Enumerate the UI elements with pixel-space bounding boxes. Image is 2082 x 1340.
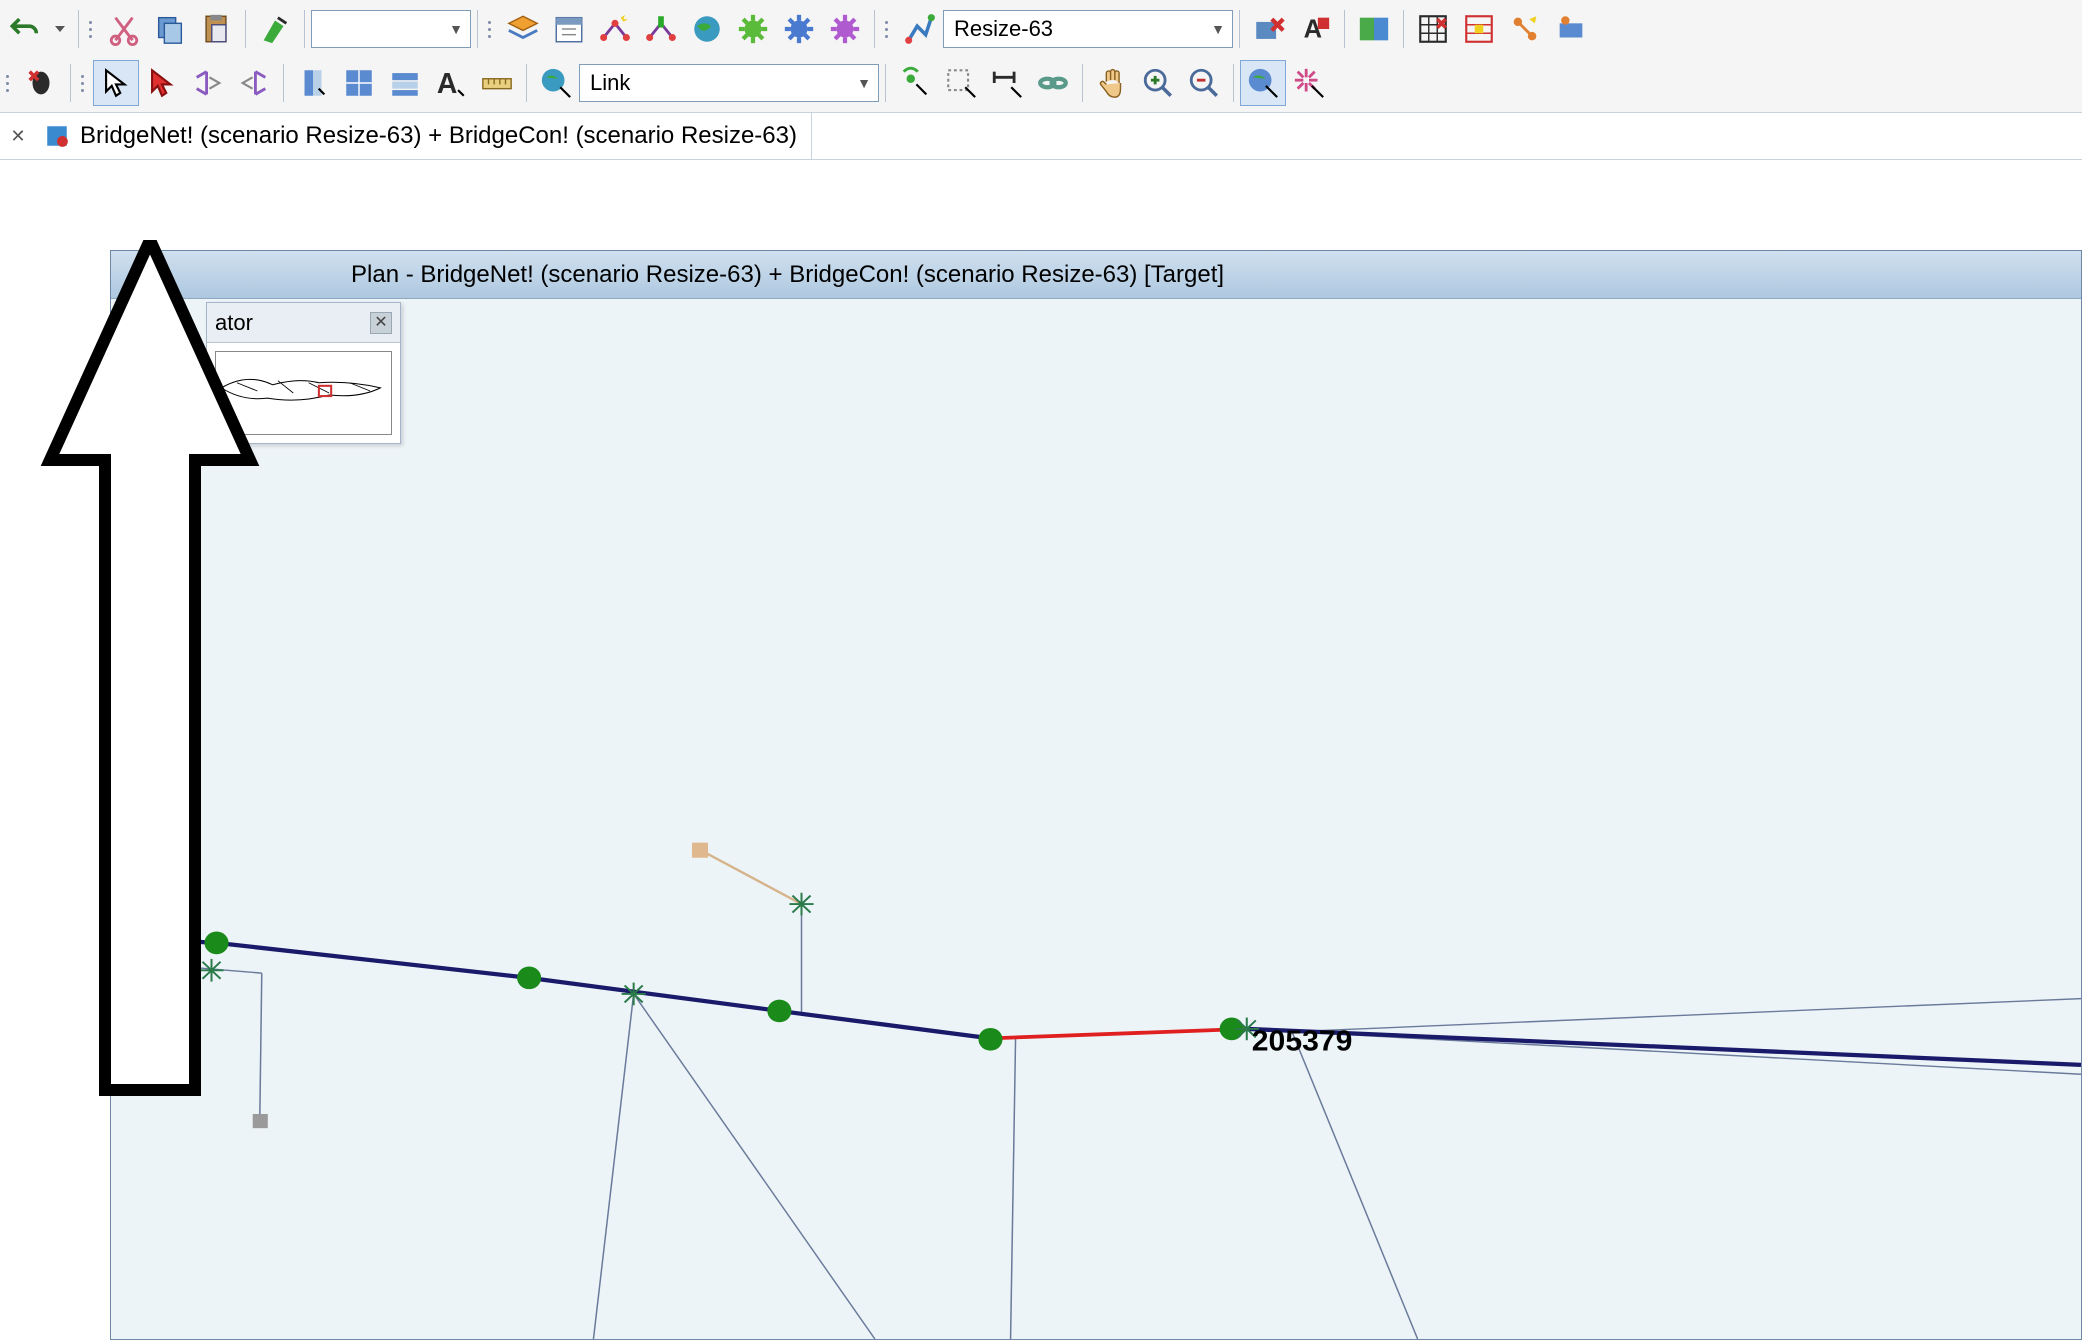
burst-pointer-tool[interactable] (1286, 60, 1332, 106)
plan-canvas[interactable]: ator ✕ (111, 299, 2081, 1339)
cut-button[interactable] (101, 6, 147, 52)
toolbar-grip[interactable] (89, 9, 97, 49)
paste-button[interactable] (193, 6, 239, 52)
copy-button[interactable] (147, 6, 193, 52)
globe-button[interactable] (684, 6, 730, 52)
toolbar-row-2: A Link ▼ (0, 56, 2082, 110)
tab-label: BridgeNet! (scenario Resize-63) + Bridge… (80, 122, 797, 150)
document-icon (44, 123, 70, 149)
label-tool[interactable]: A (428, 60, 474, 106)
node-label: 205379 (1252, 1026, 1353, 1057)
bug-delete-button[interactable] (18, 60, 64, 106)
svg-text:A: A (437, 68, 457, 100)
chevron-down-icon: ▼ (854, 75, 874, 91)
scenario-combo[interactable]: Resize-63 ▼ (943, 10, 1233, 48)
measure-tool[interactable] (474, 60, 520, 106)
broadcast-pointer-tool[interactable] (892, 60, 938, 106)
undo-button[interactable] (2, 6, 48, 52)
network-marker-button[interactable] (638, 6, 684, 52)
combo-value: Resize-63 (948, 16, 1208, 42)
calendar-button[interactable] (546, 6, 592, 52)
font-color-button[interactable]: A (1292, 6, 1338, 52)
split-left-tool[interactable] (185, 60, 231, 106)
workspace: Plan - BridgeNet! (scenario Resize-63) +… (0, 160, 2082, 1340)
toolbar-row-1: ▼ Resi (0, 2, 2082, 56)
gear-blue-button[interactable] (776, 6, 822, 52)
pointer-tool[interactable] (93, 60, 139, 106)
close-all-icon[interactable]: ✕ (6, 126, 30, 147)
select-grid-tool[interactable] (336, 60, 382, 106)
combo-value: Link (584, 70, 854, 96)
document-tab[interactable]: BridgeNet! (scenario Resize-63) + Bridge… (30, 113, 812, 159)
link-type-combo[interactable]: Link ▼ (579, 64, 879, 102)
globe-pointer-tool[interactable] (1240, 60, 1286, 106)
grid-highlight-button[interactable] (1456, 6, 1502, 52)
red-pointer-tool[interactable] (139, 60, 185, 106)
marker-button[interactable] (252, 6, 298, 52)
toolbar-grip[interactable] (6, 63, 14, 103)
process-route-button[interactable] (1502, 6, 1548, 52)
route-button[interactable] (897, 6, 943, 52)
toolbar-grip[interactable] (81, 63, 89, 103)
toolbar-grip[interactable] (885, 9, 893, 49)
chevron-down-icon: ▼ (446, 21, 466, 37)
document-tabstrip: ✕ BridgeNet! (scenario Resize-63) + Brid… (0, 112, 2082, 160)
map-compare-button[interactable] (1351, 6, 1397, 52)
gear-purple-button[interactable] (822, 6, 868, 52)
globe-select-tool[interactable] (533, 60, 579, 106)
grid-delete-button[interactable] (1410, 6, 1456, 52)
layer-button[interactable] (500, 6, 546, 52)
dimension-pointer-tool[interactable] (984, 60, 1030, 106)
pan-tool[interactable] (1089, 60, 1135, 106)
plan-window-titlebar[interactable]: Plan - BridgeNet! (scenario Resize-63) +… (111, 251, 2081, 299)
zoom-out-tool[interactable] (1181, 60, 1227, 106)
chevron-down-icon: ▼ (1208, 21, 1228, 37)
gear-green-button[interactable] (730, 6, 776, 52)
chain-tool[interactable] (1030, 60, 1076, 106)
toolbar-area: ▼ Resi (0, 0, 2082, 112)
plan-window-title: Plan - BridgeNet! (scenario Resize-63) +… (351, 261, 1224, 289)
zoom-in-tool[interactable] (1135, 60, 1181, 106)
toolbar-combo-empty[interactable]: ▼ (311, 10, 471, 48)
scenario-exclude-button[interactable] (1246, 6, 1292, 52)
network-wizard-button[interactable] (592, 6, 638, 52)
network-graph[interactable]: 205379 (111, 299, 2081, 1339)
select-rows-tool[interactable] (382, 60, 428, 106)
undo-dropdown[interactable] (48, 6, 72, 52)
toolbar-grip[interactable] (488, 9, 496, 49)
dashed-pointer-tool[interactable] (938, 60, 984, 106)
select-column-tool[interactable] (290, 60, 336, 106)
split-right-tool[interactable] (231, 60, 277, 106)
last-toolbar-button[interactable] (1548, 6, 1594, 52)
plan-window: Plan - BridgeNet! (scenario Resize-63) +… (110, 250, 2082, 1340)
